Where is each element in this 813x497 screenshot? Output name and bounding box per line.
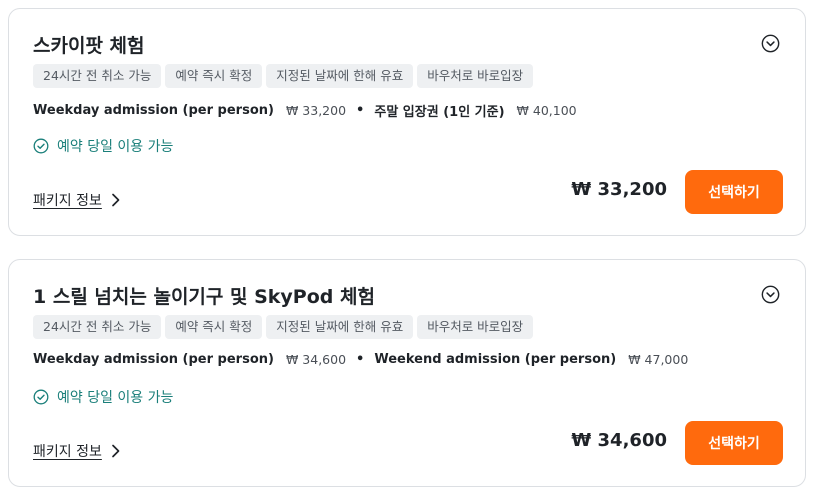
- availability: 예약 당일 이용 가능: [33, 387, 173, 407]
- total-price: ₩ 34,600: [571, 430, 667, 451]
- check-circle-icon: [33, 389, 49, 405]
- chevron-down-circle-icon[interactable]: [761, 34, 780, 53]
- option-name: Weekend admission (per person): [374, 352, 617, 367]
- option-price: ₩ 47,000: [628, 352, 689, 367]
- feature-tags: 24시간 전 취소 가능 예약 즉시 확정 지정된 날짜에 한해 유효 바우처로…: [33, 315, 534, 339]
- option-name: Weekday admission (per person): [33, 103, 274, 118]
- package-title: 1 스릴 넘치는 놀이기구 및 SkyPod 체험: [33, 286, 375, 308]
- chevron-right-icon: [112, 193, 120, 207]
- tag-instant-confirm: 예약 즉시 확정: [165, 64, 263, 88]
- tag-voucher-entry: 바우처로 바로입장: [417, 315, 534, 339]
- select-button[interactable]: 선택하기: [685, 170, 783, 214]
- tag-date-valid: 지정된 날짜에 한해 유효: [266, 315, 414, 339]
- package-title: 스카이팟 체험: [33, 35, 145, 57]
- check-circle-icon: [33, 138, 49, 154]
- separator-dot: •: [356, 103, 365, 118]
- tag-free-cancel: 24시간 전 취소 가능: [33, 64, 162, 88]
- option-name: 주말 입장권 (1인 기준): [374, 105, 505, 120]
- option-prices: Weekday admission (per person) ₩ 33,200 …: [33, 101, 577, 120]
- package-details-label[interactable]: 패키지 정보: [33, 190, 102, 210]
- feature-tags: 24시간 전 취소 가능 예약 즉시 확정 지정된 날짜에 한해 유효 바우처로…: [33, 64, 534, 88]
- package-details-link[interactable]: 패키지 정보: [33, 441, 122, 461]
- availability: 예약 당일 이용 가능: [33, 136, 173, 156]
- tag-instant-confirm: 예약 즉시 확정: [165, 315, 263, 339]
- separator-dot: •: [356, 352, 365, 367]
- tag-free-cancel: 24시간 전 취소 가능: [33, 315, 162, 339]
- tag-voucher-entry: 바우처로 바로입장: [417, 64, 534, 88]
- option-prices: Weekday admission (per person) ₩ 34,600 …: [33, 352, 688, 367]
- package-card: 스카이팟 체험 24시간 전 취소 가능 예약 즉시 확정 지정된 날짜에 한해…: [8, 8, 806, 236]
- tag-date-valid: 지정된 날짜에 한해 유효: [266, 64, 414, 88]
- availability-text: 예약 당일 이용 가능: [57, 390, 174, 406]
- chevron-right-icon: [112, 444, 120, 458]
- package-details-link[interactable]: 패키지 정보: [33, 190, 122, 210]
- option-name: Weekday admission (per person): [33, 352, 274, 367]
- total-price: ₩ 33,200: [571, 179, 667, 200]
- option-price: ₩ 40,100: [516, 103, 577, 118]
- package-card: 1 스릴 넘치는 놀이기구 및 SkyPod 체험 24시간 전 취소 가능 예…: [8, 259, 806, 487]
- package-details-label[interactable]: 패키지 정보: [33, 441, 102, 461]
- option-price: ₩ 34,600: [285, 352, 347, 367]
- chevron-down-circle-icon[interactable]: [761, 285, 780, 304]
- option-price: ₩ 33,200: [285, 103, 347, 118]
- availability-text: 예약 당일 이용 가능: [57, 139, 174, 155]
- select-button[interactable]: 선택하기: [685, 421, 783, 465]
